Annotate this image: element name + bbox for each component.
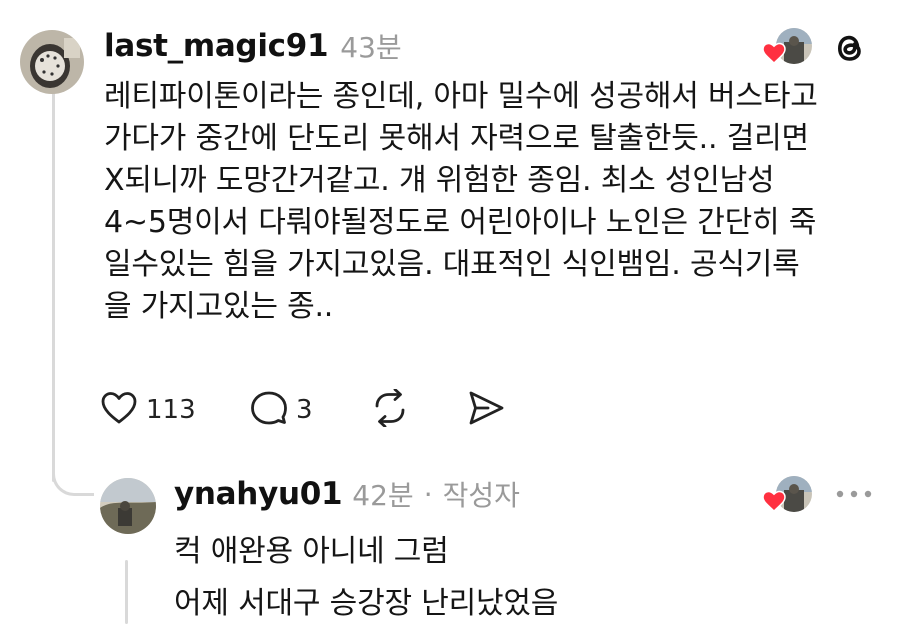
post-body-line: 을 가지고있는 종..	[104, 289, 334, 324]
reply-header: ynahyu01 42분 · 작성자	[174, 470, 520, 518]
post-body-line: 일수있는 힘을 가지고있음. 대표적인 식인뱀임. 공식기록	[104, 247, 800, 282]
reply-username[interactable]: ynahyu01	[174, 476, 343, 512]
post-action-bar: 113 3	[100, 388, 506, 431]
post-timestamp: 43분	[340, 31, 402, 64]
post-header: last_magic91 43분	[104, 22, 402, 70]
reply-button[interactable]: 3	[250, 390, 370, 430]
post-body-line: 레티파이톤이라는 종인데, 아마 밀수에 성공해서 버스타고	[104, 79, 818, 114]
like-button[interactable]: 113	[100, 391, 250, 429]
post-author-avatar[interactable]	[20, 30, 84, 94]
reply-thread-line	[125, 560, 128, 624]
liked-by-heart-icon	[762, 42, 786, 68]
reply-timestamp: 42분	[352, 479, 414, 512]
reply-author-avatar[interactable]	[100, 478, 156, 534]
reply-body: 컥 애완용 아니네 그럼 어제 서대구 승강장 난리났었음	[174, 526, 874, 630]
more-icon[interactable]	[834, 484, 874, 508]
post-username[interactable]: last_magic91	[104, 28, 329, 64]
reply-avatar-image	[100, 478, 156, 534]
threads-logo-icon[interactable]	[830, 28, 870, 72]
like-count: 113	[146, 395, 196, 425]
reply-count: 3	[296, 395, 313, 425]
post-body: 레티파이톤이라는 종인데, 아마 밀수에 성공해서 버스타고 가다가 중간에 단…	[104, 76, 894, 328]
comment-icon	[250, 390, 288, 430]
thread-line-curve	[52, 448, 94, 496]
meta-separator: ·	[423, 477, 433, 511]
share-icon	[466, 389, 506, 431]
repost-button[interactable]	[370, 388, 466, 431]
post-body-line: 4~5명이서 다뤄야될정도로 어린아이나 노인은 간단히 죽	[104, 205, 817, 240]
avatar-image	[20, 30, 84, 94]
reply-body-line: 컥 애완용 아니네 그럼	[174, 534, 449, 569]
heart-icon	[100, 391, 138, 429]
post-body-line: X되니까 도망간거같고. 걔 위험한 종임. 최소 성인남성	[104, 163, 775, 198]
reply-liked-by-heart-icon	[762, 490, 786, 516]
post-body-line: 가다가 중간에 단도리 못해서 자력으로 탈출한듯.. 걸리면	[104, 121, 809, 156]
repost-icon	[370, 388, 410, 431]
reply-body-line: 어제 서대구 승강장 난리났었음	[174, 586, 559, 621]
thread-line	[52, 92, 55, 482]
author-badge: 작성자	[442, 479, 520, 512]
share-button[interactable]	[466, 389, 506, 431]
